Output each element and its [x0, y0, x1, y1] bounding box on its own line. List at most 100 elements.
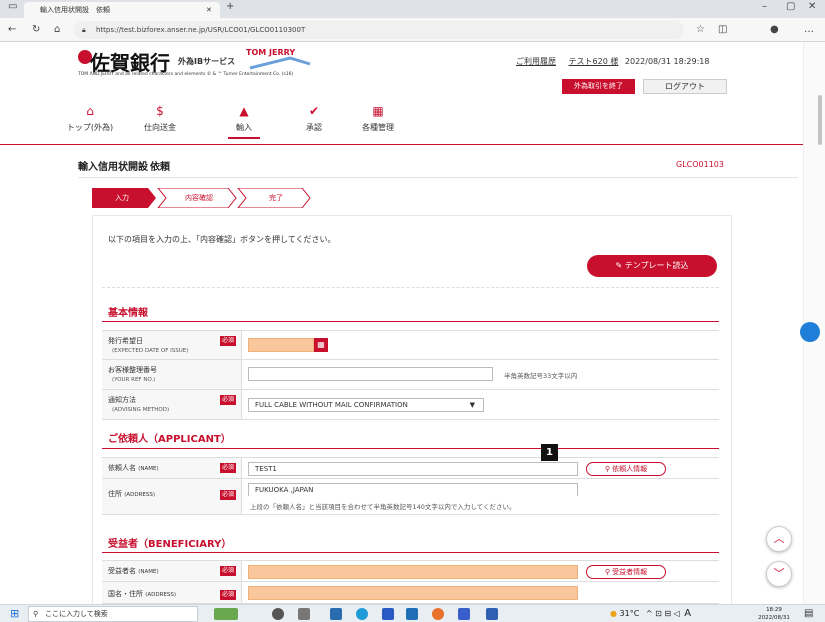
ref-no-note: 半角英数記号33文字以内: [504, 372, 578, 380]
annotation-badge: 1: [541, 444, 558, 461]
issue-date-label: 発行希望日: [108, 337, 143, 345]
required-badge: 必須: [220, 566, 236, 576]
edge-sidebar-icon[interactable]: [800, 322, 820, 342]
close-window-icon[interactable]: ✕: [808, 0, 816, 16]
import-icon: ▲: [239, 104, 249, 118]
ref-no-label: お客様整理番号: [108, 366, 157, 374]
tray-icons[interactable]: ^ ⊡ ⊟ ◁: [646, 609, 680, 618]
logout-button[interactable]: ログアウト: [643, 79, 727, 94]
row-ref-no: お客様整理番号 (YOUR REF NO.) 半角英数記号33文字以内: [102, 360, 719, 390]
new-tab-icon[interactable]: +: [226, 0, 234, 16]
task-view-icon[interactable]: [272, 608, 284, 620]
more-icon[interactable]: …: [804, 21, 814, 39]
applicant-address-note: 上段の「依頼人名」と当該項目を合わせて半角英数記号140文字以内で入力してくださ…: [250, 503, 516, 511]
home-browser-icon[interactable]: ⌂: [54, 21, 60, 39]
required-badge: 必須: [220, 395, 236, 405]
user-name-link[interactable]: テスト620 様: [569, 57, 619, 66]
refresh-icon[interactable]: ↻: [32, 21, 40, 39]
nav-approval[interactable]: ✔ 承認: [284, 104, 344, 133]
label-cell: 受益者名 (NAME) 必須: [102, 561, 242, 581]
word-icon[interactable]: [486, 608, 498, 620]
browser-tab-bar: ▭ 輸入信用状開設 依頼 ✕ + – ▢ ✕: [0, 0, 825, 18]
tab-close-icon[interactable]: ✕: [206, 2, 212, 18]
nav-import[interactable]: ▲ 輸入: [214, 104, 274, 133]
history-link[interactable]: ご利用履歴: [516, 57, 556, 66]
minimize-icon[interactable]: –: [762, 0, 767, 16]
load-template-label: テンプレート読込: [624, 261, 689, 270]
nav-label: トップ(外為): [66, 123, 114, 132]
calendar-icon[interactable]: ▦: [314, 338, 328, 352]
svg-text:TOM JERRY: TOM JERRY: [246, 48, 295, 57]
tab-title: 輸入信用状開設 依頼: [40, 6, 110, 14]
section-basic-title: 基本情報: [108, 308, 148, 319]
required-badge: 必須: [220, 463, 236, 473]
row-issue-date: 発行希望日 (EXPECTED DATE OF ISSUE) 必須 ▦: [102, 330, 719, 360]
row-beneficiary-name: 受益者名 (NAME) 必須 ⚲ 受益者情報: [102, 560, 719, 582]
required-badge: 必須: [220, 590, 236, 600]
exit-fx-button[interactable]: 外為取引を終了: [562, 79, 635, 94]
weather-widget-icon[interactable]: [214, 608, 238, 620]
web-page: 佐賀銀行 外為IBサービス TOM AND JERRY and all rela…: [0, 42, 803, 604]
clock-time: 18:29: [766, 607, 782, 613]
chevron-up-icon: ︿: [773, 532, 785, 545]
store-icon[interactable]: [382, 608, 394, 620]
extensions-icon[interactable]: ◫: [718, 21, 727, 39]
browser-tab[interactable]: 輸入信用状開設 依頼 ✕: [24, 2, 220, 18]
instruction-text: 以下の項目を入力の上、「内容確認」ボタンを押してください。: [108, 235, 336, 244]
advising-select[interactable]: FULL CABLE WITHOUT MAIL CONFIRMATION ▼: [248, 398, 484, 412]
row-applicant-address: 住所 (ADDRESS) 必須 FUKUOKA ,JAPAN 上段の「依頼人名」…: [102, 479, 719, 515]
nav-remittance[interactable]: $ 仕向送金: [130, 104, 190, 133]
back-icon[interactable]: ←: [8, 21, 16, 39]
applicant-info-button[interactable]: ⚲ 依頼人情報: [586, 462, 666, 476]
edge-taskbar-icon[interactable]: [356, 608, 368, 620]
profile-icon[interactable]: ●: [770, 21, 779, 39]
beneficiary-name-input[interactable]: [248, 565, 578, 579]
row-advising: 通知方法 (ADVISING METHOD) 必須 FULL CABLE WIT…: [102, 390, 719, 420]
advising-label: 通知方法: [108, 396, 136, 404]
row-beneficiary-address: 国名・住所 (ADDRESS) 必須: [102, 582, 719, 604]
label-cell: 国名・住所 (ADDRESS) 必須: [102, 582, 242, 603]
issue-date-label-en: (EXPECTED DATE OF ISSUE): [112, 348, 189, 354]
label-cell: 依頼人名 (NAME) 必須: [102, 458, 242, 478]
page-title: 輸入信用状開設: [78, 162, 148, 173]
login-datetime: 2022/08/31 18:29:18: [624, 57, 710, 66]
scroll-up-button[interactable]: ︿: [766, 526, 792, 552]
nav-top[interactable]: ⌂ トップ(外為): [60, 104, 120, 133]
issue-date-input[interactable]: [248, 338, 314, 352]
mail-icon[interactable]: [406, 608, 418, 620]
beneficiary-address-input[interactable]: [248, 586, 578, 600]
maximize-icon[interactable]: ▢: [786, 0, 795, 16]
logo-copyright: TOM AND JERRY and all related characters…: [78, 72, 294, 77]
favorites-icon[interactable]: ☆: [696, 21, 705, 39]
scroll-down-button[interactable]: ﹀: [766, 561, 792, 587]
applicant-name-input[interactable]: TEST1: [248, 462, 578, 476]
widgets-icon[interactable]: [298, 608, 310, 620]
notification-icon[interactable]: ▤: [804, 607, 813, 621]
system-tray: ● 31°C ^ ⊡ ⊟ ◁ A: [610, 608, 691, 619]
step-confirm: 内容確認: [185, 194, 213, 202]
approval-icon: ✔: [308, 104, 320, 118]
tab-actions-icon[interactable]: ▭: [8, 0, 17, 16]
beneficiary-info-label: 受益者情報: [612, 568, 648, 576]
app-icon[interactable]: [458, 608, 470, 620]
beneficiary-info-button[interactable]: ⚲ 受益者情報: [586, 565, 666, 579]
taskbar-clock[interactable]: 18:29 2022/08/31: [754, 606, 794, 622]
firefox-icon[interactable]: [432, 608, 444, 620]
scrollbar-thumb[interactable]: [818, 95, 822, 145]
management-icon: ▦: [372, 104, 384, 118]
nav-label: 仕向送金: [144, 123, 176, 132]
temperature: 31°C: [619, 609, 640, 618]
required-badge: 必須: [220, 490, 236, 500]
nav-management[interactable]: ▦ 各種管理: [348, 104, 408, 133]
user-info: ご利用履歴 テスト620 様 2022/08/31 18:29:18: [516, 56, 710, 67]
ime-indicator[interactable]: A: [684, 608, 691, 619]
beneficiary-address-label: 国名・住所 (ADDRESS): [108, 590, 177, 598]
ref-no-input[interactable]: [248, 367, 493, 381]
taskbar-search-input[interactable]: ⚲ ここに入力して検索: [28, 606, 198, 622]
applicant-address-input[interactable]: FUKUOKA ,JAPAN: [248, 483, 578, 496]
url-input[interactable]: 🔒︎ https://test.bizforex.anser.ne.jp/USR…: [74, 21, 684, 39]
home-icon: ⌂: [86, 104, 94, 118]
explorer-icon[interactable]: [330, 608, 342, 620]
load-template-button[interactable]: ✎ テンプレート読込: [587, 255, 717, 277]
windows-start-icon[interactable]: ⊞: [10, 607, 19, 621]
